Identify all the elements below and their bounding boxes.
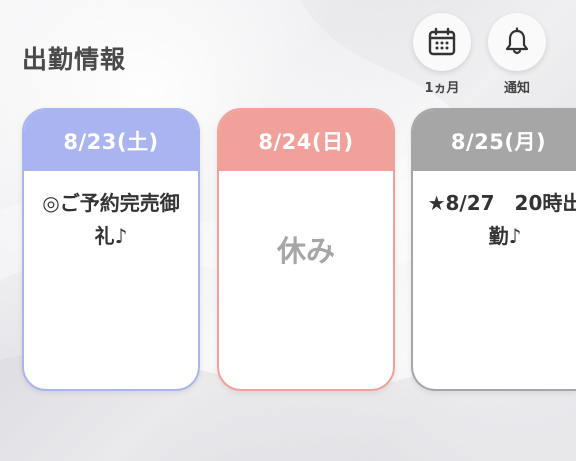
- page-title: 出勤情報: [22, 45, 127, 74]
- day-card-0823[interactable]: 8/23(土) ◎ご予約完売御礼♪: [22, 108, 200, 391]
- day-card-0825[interactable]: 8/25(月) ★8/27 20時出勤♪: [411, 108, 576, 391]
- notify-label: 通知: [503, 81, 530, 96]
- bell-icon: [505, 27, 529, 55]
- notify-button[interactable]: [488, 13, 546, 71]
- day-card-0824[interactable]: 8/24(日) 休み: [217, 108, 395, 391]
- calendar-label: 1ヵ月: [424, 81, 460, 96]
- day-off-label: 休み: [276, 233, 335, 268]
- day-card-date: 8/23(土): [24, 110, 198, 171]
- day-card-note: ★8/27 20時出勤♪: [427, 191, 576, 248]
- day-card-note: ◎ご予約完売御礼♪: [42, 191, 180, 248]
- day-card-date: 8/24(日): [219, 110, 393, 171]
- calendar-icon: [428, 27, 456, 56]
- day-card-date: 8/25(月): [413, 110, 576, 171]
- calendar-button[interactable]: [413, 13, 471, 71]
